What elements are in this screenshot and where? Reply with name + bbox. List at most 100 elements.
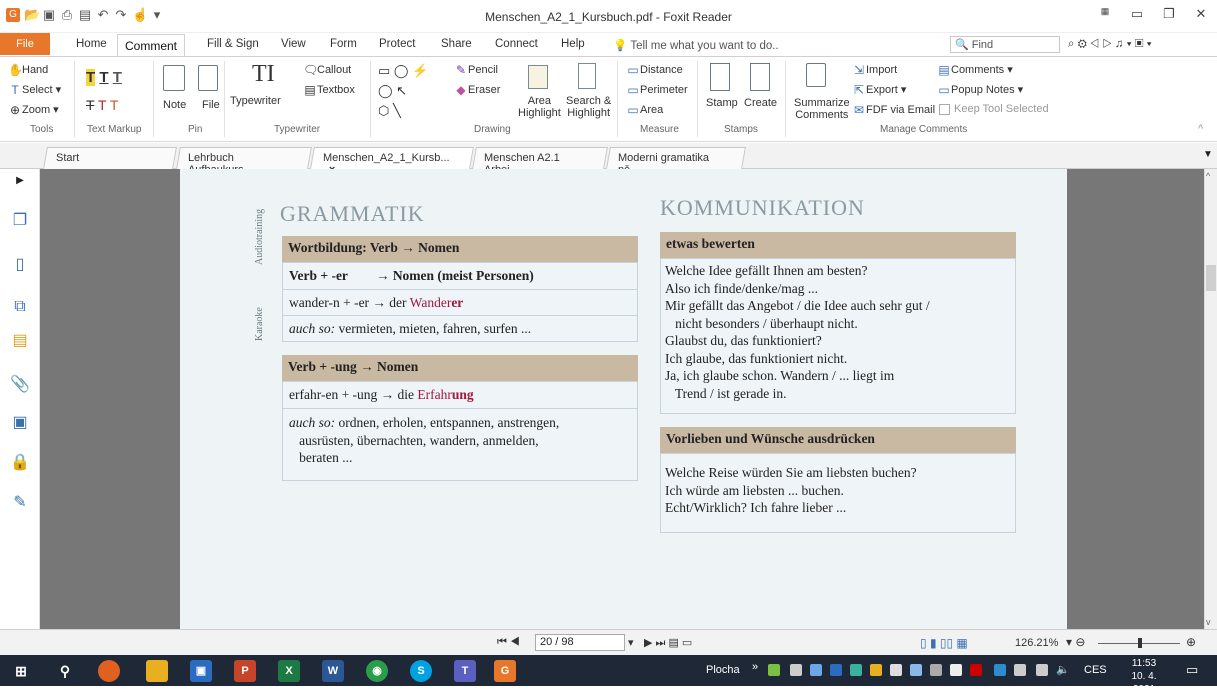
layers-icon[interactable]: ⧉	[10, 297, 30, 317]
scroll-down-icon[interactable]: v	[1206, 617, 1211, 627]
perimeter-button[interactable]: ▭Perimeter	[626, 83, 687, 97]
tray-app-icon[interactable]	[790, 664, 802, 676]
powerpoint-icon[interactable]: P	[234, 660, 256, 682]
display-icon[interactable]	[1036, 664, 1048, 676]
fdf-email-button[interactable]: ✉ FDF via Email	[852, 103, 935, 117]
desktop-toolbar-label[interactable]: Plocha	[706, 664, 740, 676]
zoom-tool-button[interactable]: ⊕ Zoom ▾	[8, 103, 59, 117]
note-button-label[interactable]: Note	[163, 99, 186, 111]
tab-moderni-gramatika[interactable]: Moderni gramatika ně...	[606, 147, 746, 176]
attachments-icon[interactable]: 📎	[10, 375, 30, 395]
input-language[interactable]: CES	[1084, 664, 1107, 676]
zoom-level[interactable]: 126.21%	[1015, 637, 1058, 649]
tray-app-icon[interactable]	[910, 664, 922, 676]
textbox-button[interactable]: ▤Textbox	[303, 83, 355, 97]
pencil-button[interactable]: ✎ Pencil	[454, 63, 498, 77]
zoom-slider-handle[interactable]	[1138, 638, 1142, 648]
word-icon[interactable]: W	[322, 660, 344, 682]
tray-app-icon[interactable]	[870, 664, 882, 676]
page-number-input[interactable]: 20 / 98	[535, 634, 625, 651]
comments-dropdown[interactable]: ▤Comments ▾	[937, 63, 1012, 77]
tabs-dropdown-icon[interactable]: ▼	[1203, 149, 1213, 160]
teams-icon[interactable]: T	[454, 660, 476, 682]
tell-me-box[interactable]: 💡 Tell me what you want to do..	[613, 38, 779, 52]
start-icon[interactable]: ⊞	[10, 660, 32, 682]
stamp-icon[interactable]	[710, 63, 730, 91]
tray-app-icon[interactable]	[768, 664, 780, 676]
hand-tool-button[interactable]: ✋Hand	[8, 63, 48, 77]
menu-protect[interactable]: Protect	[379, 38, 415, 50]
file-button-label[interactable]: File	[202, 99, 220, 111]
area-highlight-icon[interactable]	[528, 65, 548, 89]
menu-comment[interactable]: Comment	[117, 34, 186, 58]
collapse-ribbon-icon[interactable]: ^	[1198, 123, 1203, 135]
pages-icon[interactable]: ▯	[10, 255, 30, 275]
tab-start[interactable]: Start	[43, 147, 177, 169]
signatures-icon[interactable]: ▣	[10, 413, 30, 433]
eraser-button[interactable]: ◆ Eraser	[454, 83, 500, 97]
tab-menschen-kursbuch[interactable]: Menschen_A2_1_Kursb...×	[310, 147, 474, 176]
chrome-icon[interactable]: ◉	[366, 660, 388, 682]
security-lock-icon[interactable]: 🔒	[10, 453, 30, 473]
tray-app-icon[interactable]	[970, 664, 982, 676]
summarize-comments-label[interactable]: Summarize Comments	[794, 97, 850, 121]
comments-panel-icon[interactable]: ▤	[10, 331, 30, 351]
page-layout-icons[interactable]: ▯ ▮ ▯▯ ▦	[920, 636, 968, 650]
skype-icon[interactable]: S	[410, 660, 432, 682]
excel-icon[interactable]: X	[278, 660, 300, 682]
strikeout-text-icon[interactable]: T T T	[86, 97, 118, 113]
menu-help[interactable]: Help	[561, 38, 585, 50]
note-icon[interactable]	[163, 65, 185, 91]
tray-app-icon[interactable]	[994, 664, 1006, 676]
file-explorer-icon[interactable]	[146, 660, 168, 682]
menu-fill-sign[interactable]: Fill & Sign	[207, 38, 259, 50]
tab-lehrbuch[interactable]: Lehrbuch Aufbaukurs....	[176, 147, 312, 176]
tray-app-icon[interactable]	[810, 664, 822, 676]
highlight-text-icon[interactable]: T T T	[86, 69, 122, 86]
menu-home[interactable]: Home	[76, 38, 107, 50]
shape-tools-row2-icon[interactable]: ◯ ↖	[378, 83, 407, 99]
expand-panel-icon[interactable]: ▶	[10, 171, 30, 191]
network-icon[interactable]	[1014, 664, 1026, 676]
find-input[interactable]: 🔍 Find	[950, 36, 1060, 53]
search-icon[interactable]: ⌕ ⚙ ◁ ▷ ♫ ▾ ▣ ▾	[1068, 38, 1152, 51]
zoom-out-icon[interactable]: ▾ ⊖	[1066, 635, 1085, 649]
document-viewport[interactable]: Audiotraining Karaoke GRAMMATIK KOMMUNIK…	[40, 169, 1204, 629]
create-stamp-label[interactable]: Create	[744, 97, 777, 109]
search-taskbar-icon[interactable]: ⚲	[54, 660, 76, 682]
scroll-up-icon[interactable]: ^	[1206, 171, 1210, 181]
stamp-button-label[interactable]: Stamp	[706, 97, 738, 109]
callout-button[interactable]: 🗨Callout	[303, 63, 351, 77]
typewriter-icon[interactable]: TI	[252, 61, 275, 88]
tray-app-icon[interactable]	[850, 664, 862, 676]
create-stamp-icon[interactable]	[750, 63, 770, 91]
file-attach-icon[interactable]	[198, 65, 218, 91]
tray-app-icon[interactable]	[930, 664, 942, 676]
close-button[interactable]: ✕	[1186, 6, 1216, 26]
zoom-in-icon[interactable]: ⊕	[1186, 635, 1196, 649]
save-app-icon[interactable]: ▣	[190, 660, 212, 682]
shape-tools-icon[interactable]: ▭ ◯ ⚡	[378, 63, 428, 79]
typewriter-button-label[interactable]: Typewriter	[230, 95, 281, 107]
bookmarks-icon[interactable]: ❐	[10, 211, 30, 231]
overflow-icon[interactable]: »	[752, 661, 758, 673]
restore-button[interactable]: ❐	[1154, 6, 1184, 26]
polygon-line-icon[interactable]: ⬡ ╲	[378, 103, 401, 119]
menu-share[interactable]: Share	[441, 38, 472, 50]
scroll-thumb[interactable]	[1206, 265, 1216, 291]
volume-icon[interactable]: 🔈	[1056, 663, 1070, 676]
tab-menschen-arbeitsbuch[interactable]: Menschen A2.1 Arbei...	[472, 147, 608, 176]
select-tool-button[interactable]: T Select ▾	[8, 83, 61, 97]
next-last-page-icons[interactable]: ▶ ⏭ ▤ ▭	[644, 636, 692, 650]
menu-file[interactable]: File	[0, 33, 50, 55]
menu-view[interactable]: View	[281, 38, 306, 50]
vertical-scrollbar[interactable]: ^ v	[1204, 169, 1217, 629]
summarize-icon[interactable]	[806, 63, 826, 87]
tray-app-icon[interactable]	[950, 664, 962, 676]
search-highlight-label[interactable]: Search & Highlight	[566, 95, 611, 119]
foxit-taskbar-icon[interactable]: G	[494, 660, 516, 682]
keep-tool-checkbox[interactable]: Keep Tool Selected	[939, 103, 1049, 115]
ribbon-options-icon[interactable]: ▦	[1090, 6, 1120, 26]
clock[interactable]: 11:53 10. 4. 2021	[1122, 657, 1166, 696]
onedrive-icon[interactable]	[890, 664, 902, 676]
